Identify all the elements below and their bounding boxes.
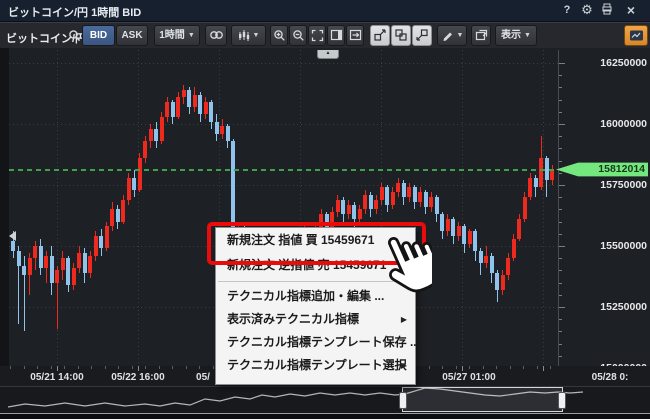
navigator-left-handle[interactable] [399, 392, 407, 409]
time-axis-label: 05/27 01:00 [442, 372, 495, 383]
menu-item-save-template[interactable]: テクニカル指標テンプレート保存 ... [216, 331, 415, 354]
bid-button[interactable]: BID [82, 25, 115, 46]
time-axis-label: 05/21 14:00 [30, 372, 83, 383]
order-marker-toggle[interactable] [370, 25, 390, 46]
submenu-arrow-icon: ▶ [401, 354, 407, 377]
search-icon[interactable] [68, 29, 81, 47]
trade-marker-toggle[interactable] [412, 25, 432, 46]
title-bar: ビットコイン/円 1時間 BID ? ⚙ × [0, 0, 650, 22]
window-bottom-margin [0, 414, 650, 419]
zoom-out-button[interactable] [289, 25, 307, 46]
draw-tool-dropdown[interactable]: ▼ [437, 25, 467, 46]
price-axis-label: 15250000 [577, 301, 647, 313]
collapse-toolbar-tab[interactable]: ▲ [317, 50, 339, 59]
timeframe-dropdown[interactable]: 1時間▼ [154, 25, 200, 46]
close-icon[interactable]: × [623, 2, 639, 18]
plot-left-edge [0, 48, 9, 366]
printer-icon[interactable] [599, 3, 615, 19]
gear-icon[interactable]: ⚙ [579, 2, 595, 18]
price-axis-label: 15750000 [577, 179, 647, 191]
chevron-down-icon: ▼ [253, 32, 260, 39]
price-axis-label: 16250000 [577, 57, 647, 69]
scroll-left-marker[interactable] [9, 231, 16, 241]
navigator-selection[interactable] [402, 387, 563, 412]
zoom-in-button[interactable] [270, 25, 288, 46]
ask-button[interactable]: ASK [116, 25, 148, 46]
time-axis-label: 05/ [196, 372, 210, 383]
popout-window-button[interactable] [471, 25, 491, 46]
menu-item-shown-indicators[interactable]: 表示済みテクニカル指標▶ [216, 308, 415, 331]
chart-type-dropdown[interactable]: ▼ [231, 25, 266, 46]
position-marker-toggle[interactable] [391, 25, 411, 46]
shift-chart-button[interactable] [346, 25, 364, 46]
hand-cursor [372, 236, 432, 310]
display-dropdown[interactable]: 表示▼ [495, 25, 537, 46]
chart-toolbar: ビットコイン/円 BID ASK 1時間▼ ▼ ▼ 表示▼ [0, 22, 650, 50]
navigator-right-handle[interactable] [558, 392, 566, 409]
split-panel-button[interactable] [327, 25, 345, 46]
link-charts-button[interactable] [205, 25, 227, 46]
submenu-arrow-icon: ▶ [401, 308, 407, 331]
help-icon[interactable]: ? [559, 2, 575, 18]
fit-screen-button[interactable] [308, 25, 326, 46]
time-axis-label: 05/22 16:00 [111, 372, 164, 383]
chevron-down-icon: ▼ [457, 32, 464, 39]
chart-window: { "window": { "title": "ビットコイン/円 1時間 BID… [0, 0, 650, 419]
chart-image-button[interactable] [624, 25, 648, 46]
current-price-line [9, 169, 557, 171]
chevron-down-icon: ▼ [188, 32, 195, 39]
chevron-down-icon: ▼ [524, 32, 531, 39]
time-axis-label: 05/28 0: [592, 372, 629, 383]
price-axis[interactable]: 16250000 16000000 15750000 15500000 15250000… [558, 48, 650, 366]
window-title: ビットコイン/円 1時間 BID [8, 4, 141, 20]
price-axis-label: 15500000 [577, 240, 647, 252]
menu-item-select-template[interactable]: テクニカル指標テンプレート選択▶ [216, 354, 415, 377]
chevron-up-icon: ▲ [326, 50, 331, 56]
price-axis-label: 16000000 [577, 118, 647, 130]
